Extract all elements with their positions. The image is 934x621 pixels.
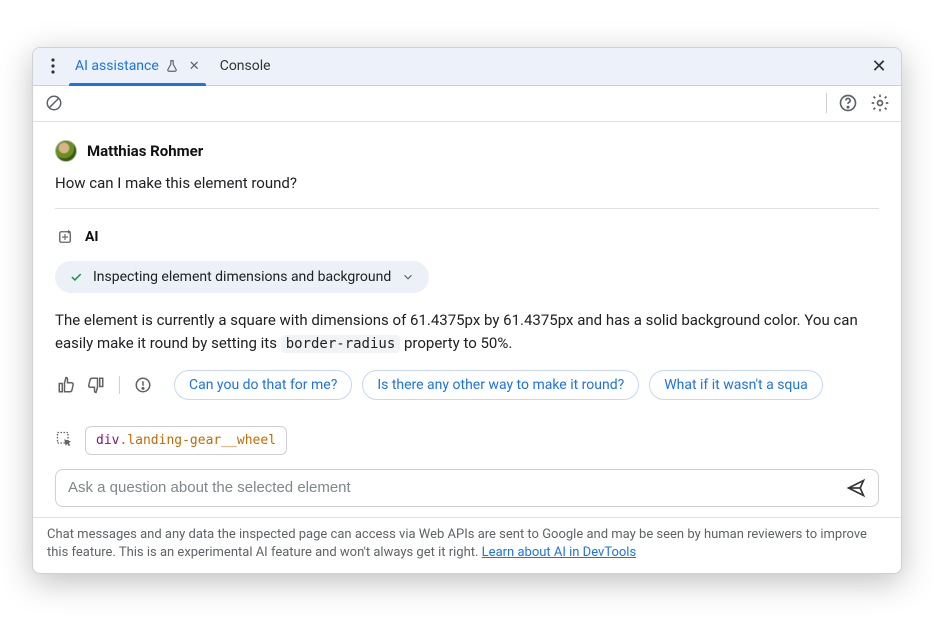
flask-icon — [165, 59, 179, 73]
tab-label: AI assistance — [75, 58, 159, 74]
disclaimer-link[interactable]: Learn about AI in DevTools — [482, 545, 636, 560]
thumbs-up-icon[interactable] — [55, 374, 77, 396]
tab-ai-assistance[interactable]: AI assistance ✕ — [65, 48, 210, 85]
suggestion-chip[interactable]: What if it wasn't a squa — [649, 370, 823, 400]
send-icon[interactable] — [846, 478, 866, 498]
toolbar — [33, 86, 901, 122]
toolbar-divider — [826, 93, 827, 113]
check-icon — [69, 270, 83, 284]
chat-content: Matthias Rohmer How can I make this elem… — [33, 122, 901, 410]
chevron-down-icon — [401, 270, 415, 284]
more-menu-icon[interactable] — [41, 58, 65, 74]
element-class: .landing-gear__wheel — [119, 433, 276, 448]
ai-text-post: property to 50%. — [400, 334, 512, 352]
user-message: Matthias Rohmer How can I make this elem… — [55, 140, 879, 209]
tab-label: Console — [220, 58, 271, 74]
suggestions: Can you do that for me? Is there any oth… — [174, 370, 879, 400]
status-chip[interactable]: Inspecting element dimensions and backgr… — [55, 261, 429, 293]
close-panel-icon[interactable]: ✕ — [865, 52, 893, 80]
suggestion-chip[interactable]: Can you do that for me? — [174, 370, 352, 400]
tab-bar: AI assistance ✕ Console ✕ — [33, 48, 901, 86]
chat-input[interactable] — [68, 479, 836, 496]
element-selector-row: div.landing-gear__wheel — [33, 410, 901, 461]
ai-code: border-radius — [281, 335, 401, 353]
gear-icon[interactable] — [869, 92, 891, 114]
ai-message: AI Inspecting element dimensions and bac… — [55, 227, 879, 400]
help-icon[interactable] — [837, 92, 859, 114]
disclaimer: Chat messages and any data the inspected… — [33, 517, 901, 574]
user-text: How can I make this element round? — [55, 174, 879, 192]
element-picker-icon[interactable] — [55, 430, 75, 450]
thumbs-down-icon[interactable] — [85, 374, 107, 396]
clear-icon[interactable] — [43, 92, 65, 114]
element-tag: div — [96, 433, 119, 448]
feedback-group — [55, 374, 154, 396]
disclaimer-text: Chat messages and any data the inspected… — [47, 527, 867, 561]
feedback-divider — [119, 376, 120, 394]
suggestion-chip[interactable]: Is there any other way to make it round? — [362, 370, 639, 400]
input-row — [33, 461, 901, 517]
close-tab-icon[interactable]: ✕ — [189, 59, 200, 74]
status-text: Inspecting element dimensions and backgr… — [93, 269, 391, 285]
selected-element-chip[interactable]: div.landing-gear__wheel — [85, 426, 287, 455]
devtools-panel: AI assistance ✕ Console ✕ — [32, 47, 902, 575]
input-box — [55, 469, 879, 507]
avatar — [55, 140, 77, 162]
ai-label: AI — [85, 229, 99, 245]
report-icon[interactable] — [132, 374, 154, 396]
ai-sparkle-icon — [55, 227, 75, 247]
ai-response: The element is currently a square with d… — [55, 309, 879, 356]
action-row: Can you do that for me? Is there any oth… — [55, 370, 879, 400]
user-name: Matthias Rohmer — [87, 142, 203, 160]
tab-console[interactable]: Console — [210, 48, 281, 85]
